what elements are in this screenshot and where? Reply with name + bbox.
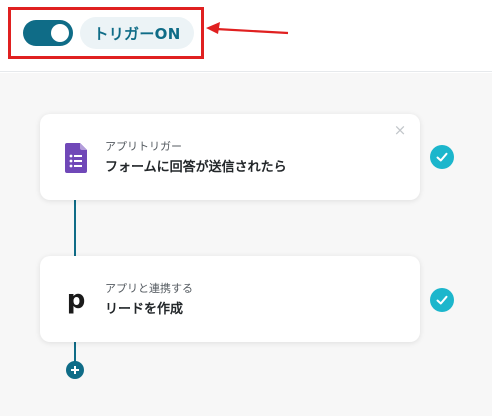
pipedrive-icon: p: [62, 284, 90, 316]
step-card-trigger[interactable]: アプリトリガー フォームに回答が送信されたら ×: [40, 114, 420, 200]
add-step-plus-icon[interactable]: [66, 361, 84, 379]
step-subtitle: アプリトリガー: [105, 140, 182, 153]
step-complete-check-icon: [430, 145, 454, 169]
trigger-toggle[interactable]: [23, 20, 73, 46]
flow-header: トリガーON: [0, 0, 492, 72]
trigger-status-badge: トリガーON: [80, 17, 194, 49]
close-icon[interactable]: ×: [392, 122, 408, 138]
step-title: フォームに回答が送信されたら: [105, 160, 287, 175]
trigger-status-label: トリガーON: [93, 24, 181, 43]
toggle-knob: [51, 24, 69, 42]
step-card-action[interactable]: p アプリと連携する リードを作成: [40, 256, 420, 342]
pipedrive-glyph: p: [66, 285, 86, 315]
google-forms-icon: [62, 142, 90, 174]
annotation-arrow-icon: [206, 22, 289, 35]
step-subtitle: アプリと連携する: [105, 282, 193, 295]
step-title: リードを作成: [105, 302, 184, 317]
step-complete-check-icon: [430, 288, 454, 312]
